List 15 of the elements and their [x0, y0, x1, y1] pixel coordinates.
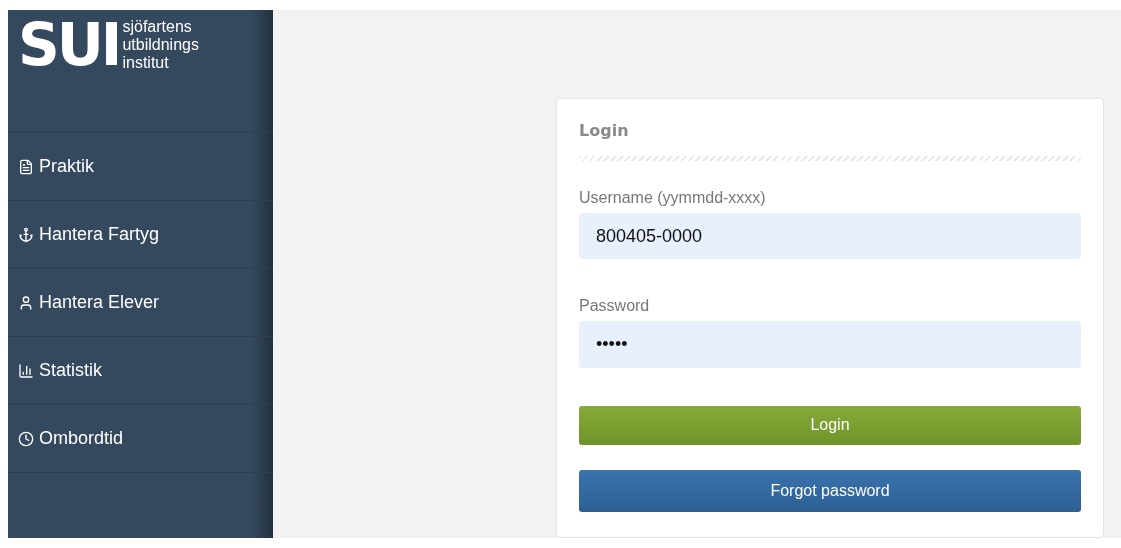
input-field[interactable]: 800405-0000 — [579, 212, 1081, 260]
clock-icon — [18, 430, 34, 447]
card-title: Login — [579, 121, 630, 140]
logo-mark: SUI — [18, 16, 120, 74]
input-field[interactable]: ••••• — [579, 321, 1081, 368]
file-icon — [18, 158, 34, 175]
anchor-icon — [18, 226, 34, 243]
logo-text: utbildnings — [122, 36, 199, 54]
forgot-password-button[interactable]: Forgot password — [579, 469, 1081, 512]
user-icon — [18, 294, 34, 311]
field-label: Password — [579, 297, 651, 316]
logo-text: sjöfartens — [122, 18, 193, 36]
bar-chart-icon — [18, 362, 34, 379]
logo-text: institut — [122, 54, 170, 72]
field-label: Username (yymmdd-xxxx) — [579, 188, 767, 207]
